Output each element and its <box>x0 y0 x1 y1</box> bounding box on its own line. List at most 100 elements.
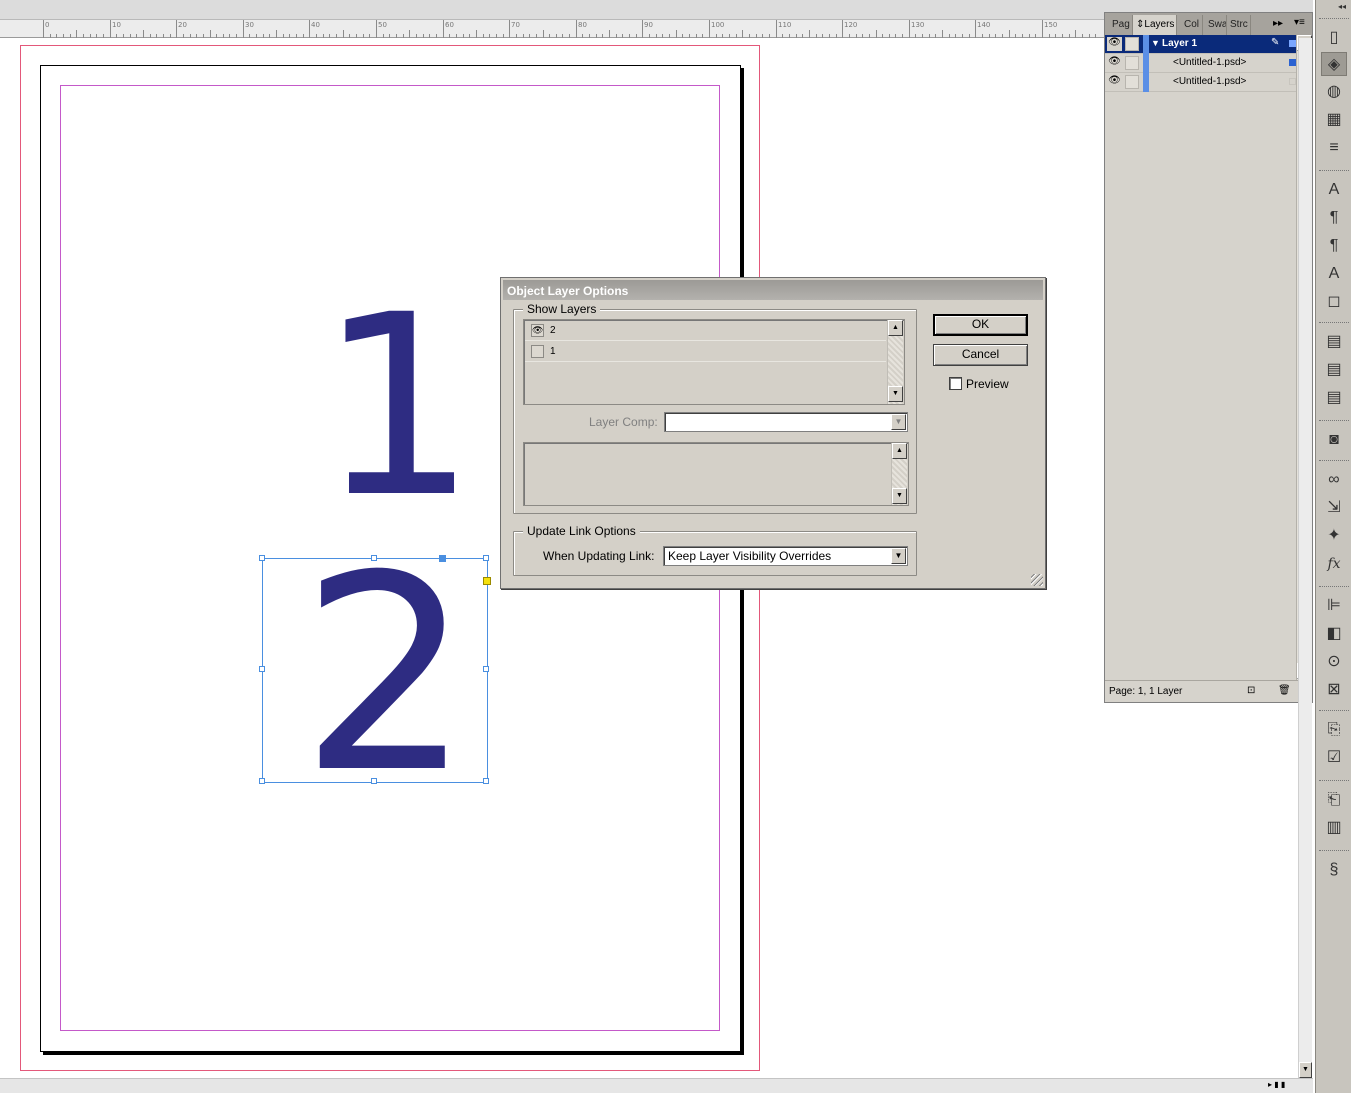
dock-separator[interactable] <box>1319 850 1349 854</box>
dock-separator[interactable] <box>1319 322 1349 326</box>
list-item-layer-2[interactable]: 👁 2 <box>525 321 886 341</box>
dialog-title[interactable]: Object Layer Options <box>503 280 1043 300</box>
pages-icon[interactable]: ▯ <box>1321 26 1347 50</box>
collapse-dock-icon[interactable]: ◂◂ <box>1338 2 1346 11</box>
transform-icon[interactable]: ⊙ <box>1321 650 1347 674</box>
paragraph-icon[interactable]: ¶ <box>1321 206 1347 230</box>
dock-separator[interactable] <box>1319 420 1349 424</box>
resize-handle-tr[interactable] <box>483 555 489 561</box>
hyperlinks-icon[interactable]: ⎘ <box>1321 718 1347 742</box>
content-grabber-handle[interactable] <box>439 555 446 562</box>
table-icon[interactable]: ▤ <box>1321 386 1347 410</box>
eye-icon[interactable]: 👁 <box>1107 75 1122 89</box>
ruler-tick <box>236 34 237 38</box>
preview-label: Preview <box>966 377 1009 391</box>
script-icon[interactable]: § <box>1321 858 1347 882</box>
tab-stroke[interactable]: Strc <box>1227 15 1251 35</box>
align-icon[interactable]: ⊫ <box>1321 594 1347 618</box>
cancel-button[interactable]: Cancel <box>933 344 1028 366</box>
text-wrap-icon[interactable]: ⇲ <box>1321 496 1347 520</box>
visibility-checkbox[interactable] <box>531 345 544 358</box>
character-icon[interactable]: A <box>1321 178 1347 202</box>
placed-image-number-1[interactable]: 1 <box>318 282 477 532</box>
document-horizontal-scrollbar[interactable]: ▸ ▮ ▮ <box>0 1078 1313 1093</box>
color-icon[interactable]: ⊠ <box>1321 678 1347 702</box>
selection-frame[interactable] <box>259 555 489 784</box>
table-styles-icon[interactable]: ▤ <box>1321 358 1347 382</box>
eye-icon[interactable]: 👁 <box>531 324 544 337</box>
object-styles-icon[interactable]: ◻ <box>1321 290 1347 314</box>
trash-icon[interactable]: 🗑 <box>1278 685 1291 696</box>
pathfinder-icon[interactable]: ◧ <box>1321 622 1347 646</box>
resize-handle-l[interactable] <box>259 666 265 672</box>
panel-menu-icon[interactable]: ▾≡ <box>1294 17 1305 28</box>
when-updating-select[interactable]: Keep Layer Visibility Overrides ▼ <box>663 546 908 566</box>
lock-toggle[interactable] <box>1125 75 1139 89</box>
scroll-up-arrow-icon[interactable]: ▲ <box>892 443 907 459</box>
layer-row-layer-1[interactable]: 👁 ▼ Layer 1 ✎ <box>1105 35 1312 54</box>
layer-row-item[interactable]: 👁 <Untitled-1.psd> <box>1105 54 1312 73</box>
resize-handle-tl[interactable] <box>259 555 265 561</box>
dock-separator[interactable] <box>1319 710 1349 714</box>
layers-list-scrollbar[interactable]: ▲ ▼ <box>887 320 903 404</box>
swatches-icon[interactable]: ◍ <box>1321 80 1347 104</box>
scroll-nav-icons[interactable]: ▸ ▮ ▮ <box>1268 1080 1285 1089</box>
chevron-down-icon[interactable]: ▼ <box>891 414 906 430</box>
preflight-icon[interactable]: ☑ <box>1321 746 1347 770</box>
description-scrollbar[interactable]: ▲ ▼ <box>891 443 907 505</box>
tab-overflow-icon[interactable]: ▸▸ <box>1273 18 1283 29</box>
dock-separator[interactable] <box>1319 586 1349 590</box>
resize-handle-b[interactable] <box>371 778 377 784</box>
selection-square-icon[interactable] <box>1289 78 1296 85</box>
tab-layers[interactable]: ⇕Layers <box>1133 15 1177 35</box>
gradient-icon[interactable]: ✦ <box>1321 524 1347 548</box>
resize-handle-r[interactable] <box>483 666 489 672</box>
stroke-icon[interactable]: ≡ <box>1321 136 1347 160</box>
tab-swatches[interactable]: Swa <box>1205 15 1227 35</box>
tab-pages[interactable]: Pag <box>1109 15 1133 35</box>
cell-styles-icon[interactable]: ▤ <box>1321 330 1347 354</box>
lock-toggle[interactable] <box>1125 37 1139 51</box>
item-name[interactable]: <Untitled-1.psd> <box>1173 76 1246 87</box>
layer-comp-select[interactable]: ▼ <box>664 412 908 432</box>
selection-square-icon[interactable] <box>1289 40 1296 47</box>
effects-panel-icon[interactable]: ◙ <box>1321 428 1347 452</box>
dock-separator[interactable] <box>1319 460 1349 464</box>
disclosure-triangle-icon[interactable]: ▼ <box>1151 38 1160 48</box>
layer-name[interactable]: Layer 1 <box>1162 38 1197 49</box>
resize-grip-icon[interactable] <box>1031 574 1043 586</box>
document-vertical-scrollbar[interactable]: ▼ <box>1298 38 1312 1078</box>
ok-button[interactable]: OK <box>933 314 1028 336</box>
layers-list[interactable]: 👁 2 1 ▲ ▼ <box>523 319 905 405</box>
character-styles-icon[interactable]: A <box>1321 262 1347 286</box>
scroll-down-arrow-icon[interactable]: ▼ <box>892 488 907 504</box>
eye-icon[interactable]: 👁 <box>1107 37 1122 51</box>
chevron-down-icon[interactable]: ▼ <box>891 548 906 564</box>
selection-square-icon[interactable] <box>1289 59 1296 66</box>
preview-checkbox[interactable] <box>949 377 962 390</box>
new-layer-icon[interactable]: ⊡ <box>1247 685 1255 696</box>
item-name[interactable]: <Untitled-1.psd> <box>1173 57 1246 68</box>
fx-icon[interactable]: fx <box>1321 552 1347 576</box>
lock-toggle[interactable] <box>1125 56 1139 70</box>
tab-color[interactable]: Col <box>1181 15 1203 35</box>
dock-separator[interactable] <box>1319 780 1349 784</box>
index-icon[interactable]: ⎗ <box>1321 788 1347 812</box>
resize-handle-bl[interactable] <box>259 778 265 784</box>
dock-separator[interactable] <box>1319 18 1349 22</box>
grid-icon[interactable]: ▦ <box>1321 108 1347 132</box>
book-icon[interactable]: ▥ <box>1321 816 1347 840</box>
layer-row-item[interactable]: 👁 <Untitled-1.psd> <box>1105 73 1312 92</box>
list-item-layer-1[interactable]: 1 <box>525 342 886 362</box>
scroll-down-arrow-icon[interactable]: ▼ <box>1299 1062 1312 1078</box>
resize-handle-br[interactable] <box>483 778 489 784</box>
layers-icon[interactable]: ◈ <box>1321 52 1347 76</box>
scroll-down-arrow-icon[interactable]: ▼ <box>888 386 903 402</box>
links-icon[interactable]: ∞ <box>1321 468 1347 492</box>
dock-separator[interactable] <box>1319 170 1349 174</box>
paragraph-styles-icon[interactable]: ¶ <box>1321 234 1347 258</box>
scroll-up-arrow-icon[interactable]: ▲ <box>888 320 903 336</box>
corner-options-handle[interactable] <box>483 577 491 585</box>
eye-icon[interactable]: 👁 <box>1107 56 1122 70</box>
resize-handle-t[interactable] <box>371 555 377 561</box>
